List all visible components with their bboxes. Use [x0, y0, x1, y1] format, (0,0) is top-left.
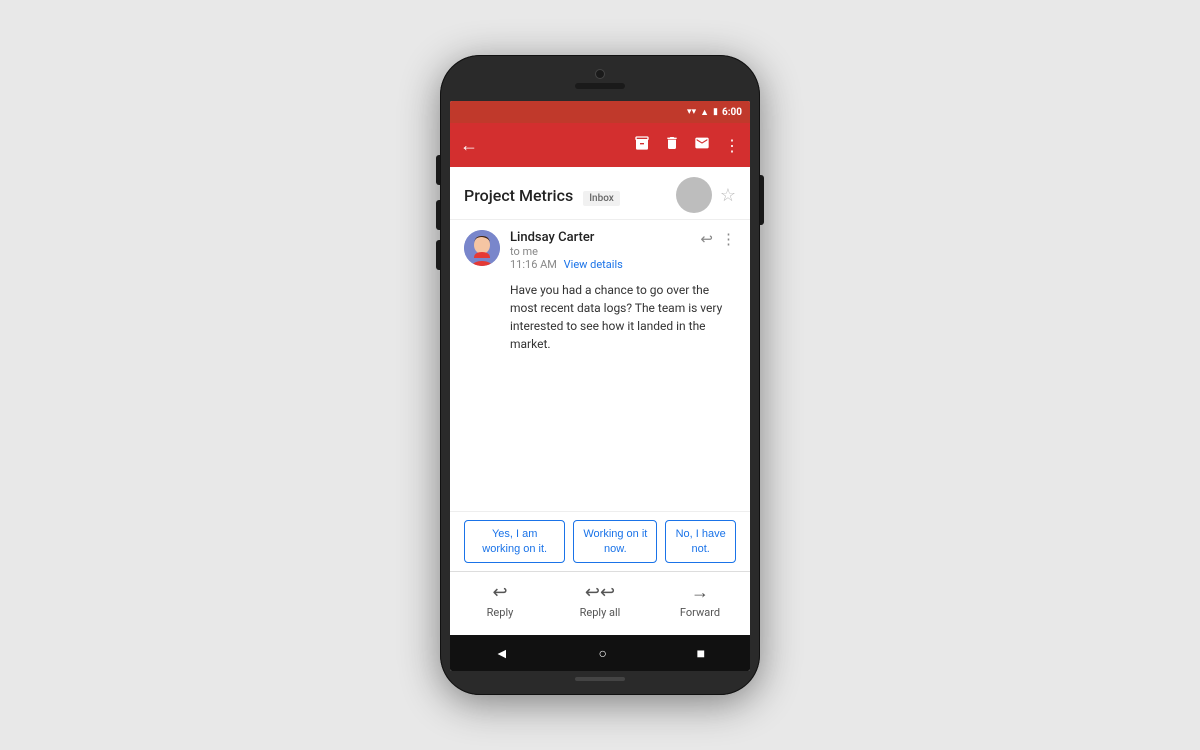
- subject-title-text: Project Metrics: [464, 186, 573, 205]
- status-bar: ▾▾ ▲ ▮ 6:00: [450, 101, 750, 123]
- star-button[interactable]: ☆: [720, 185, 736, 206]
- archive-button[interactable]: [634, 135, 650, 155]
- message-more-button[interactable]: ⋮: [721, 230, 736, 248]
- reply-icon[interactable]: ↩: [700, 230, 713, 248]
- back-button[interactable]: ←: [460, 135, 624, 156]
- smart-reply-3[interactable]: No, I have not.: [665, 520, 736, 563]
- phone-top: [450, 69, 750, 95]
- battery-icon: ▮: [713, 107, 718, 117]
- phone-device: ▾▾ ▲ ▮ 6:00 ← ⋮: [440, 55, 760, 695]
- android-nav-bar: ◄ ○ ■: [450, 635, 750, 671]
- front-camera: [595, 69, 605, 79]
- email-subject-row: Project Metrics Inbox ☆: [450, 167, 750, 220]
- reply-all-button[interactable]: ↩↩ Reply all: [550, 578, 650, 623]
- email-subject: Project Metrics Inbox: [464, 186, 668, 205]
- recipient-avatar: [676, 177, 712, 213]
- sender-name: Lindsay Carter: [510, 230, 690, 245]
- reply-all-label: Reply all: [580, 606, 621, 619]
- forward-label: Forward: [680, 606, 720, 619]
- phone-bottom: [575, 677, 625, 681]
- message-body: Have you had a chance to go over the mos…: [450, 277, 750, 367]
- message-meta: Lindsay Carter to me 11:16 AM View detai…: [510, 230, 690, 271]
- inbox-badge: Inbox: [583, 191, 620, 206]
- sender-time: 11:16 AM View details: [510, 258, 690, 271]
- phone-screen: ▾▾ ▲ ▮ 6:00 ← ⋮: [450, 101, 750, 671]
- reply-label: Reply: [487, 606, 514, 619]
- smart-replies: Yes, I am working on it. Working on it n…: [450, 511, 750, 571]
- back-nav-button[interactable]: ◄: [495, 645, 509, 662]
- recent-nav-button[interactable]: ■: [697, 645, 705, 662]
- sender-to: to me: [510, 245, 690, 258]
- email-message: Lindsay Carter to me 11:16 AM View detai…: [450, 220, 750, 511]
- view-details-link[interactable]: View details: [564, 258, 623, 271]
- reply-all-action-icon: ↩↩: [585, 582, 615, 603]
- signal-icon: ▲: [700, 107, 709, 118]
- email-time: 11:16 AM: [510, 258, 557, 271]
- more-button[interactable]: ⋮: [724, 136, 740, 155]
- wifi-icon: ▾▾: [687, 107, 696, 117]
- forward-button[interactable]: → Forward: [650, 578, 750, 623]
- home-nav-button[interactable]: ○: [598, 645, 606, 662]
- email-toolbar: ← ⋮: [450, 123, 750, 167]
- delete-button[interactable]: [664, 135, 680, 155]
- toolbar-actions: ⋮: [634, 135, 740, 155]
- home-indicator: [575, 677, 625, 681]
- phone-speaker: [575, 83, 625, 89]
- smart-reply-2[interactable]: Working on it now.: [573, 520, 657, 563]
- status-icons: ▾▾ ▲ ▮ 6:00: [687, 107, 742, 118]
- smart-reply-1[interactable]: Yes, I am working on it.: [464, 520, 565, 563]
- message-header: Lindsay Carter to me 11:16 AM View detai…: [450, 220, 750, 277]
- reply-button[interactable]: ↩ Reply: [450, 578, 550, 623]
- sender-avatar: [464, 230, 500, 266]
- bottom-action-bar: ↩ Reply ↩↩ Reply all → Forward: [450, 571, 750, 629]
- message-header-actions: ↩ ⋮: [700, 230, 736, 248]
- reply-action-icon: ↩: [492, 582, 507, 603]
- forward-action-icon: →: [691, 582, 709, 603]
- status-time: 6:00: [722, 107, 742, 118]
- email-button[interactable]: [694, 135, 710, 155]
